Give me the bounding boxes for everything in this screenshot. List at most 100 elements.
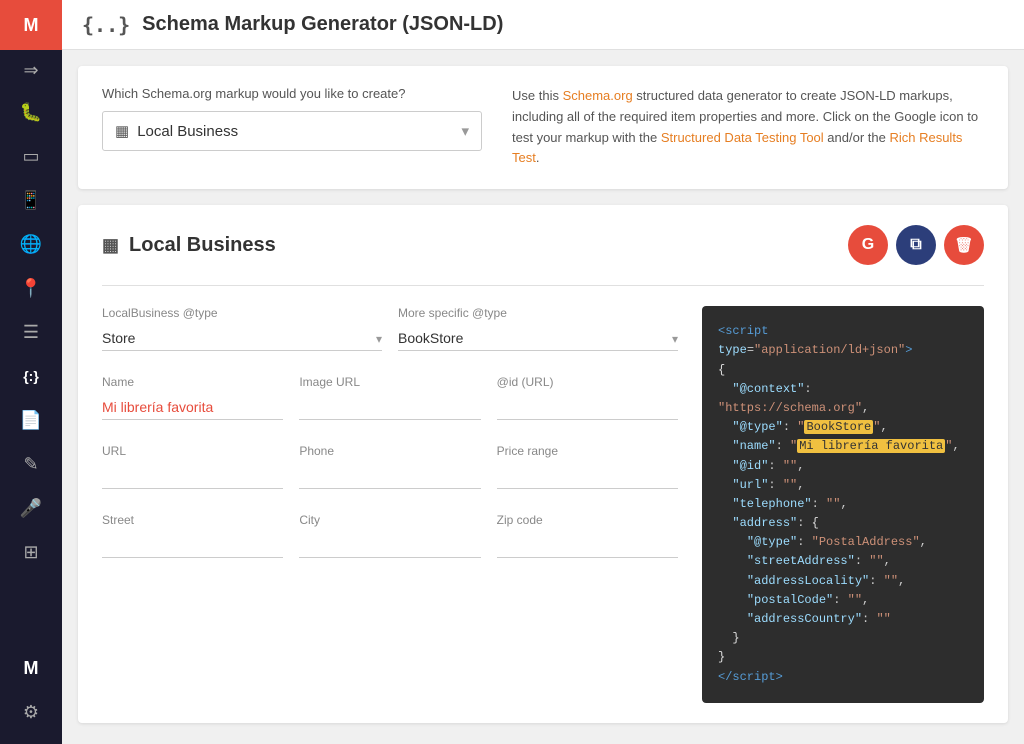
zip-input[interactable] <box>497 533 678 558</box>
name-row: Name Image URL @id (URL) <box>102 375 678 420</box>
code-line-8: "telephone": "", <box>718 495 968 514</box>
schema-selector-group: Which Schema.org markup would you like t… <box>102 86 482 151</box>
sidebar-bottom-m[interactable]: M <box>0 646 62 690</box>
type-label: LocalBusiness @type <box>102 306 382 320</box>
m-icon: M <box>24 658 39 679</box>
form-code-layout: LocalBusiness @type Store ▾ More specifi… <box>102 306 984 703</box>
globe-icon: 🌐 <box>20 234 42 255</box>
google-test-button[interactable]: G <box>848 225 888 265</box>
grid-icon: ⊞ <box>23 542 38 563</box>
sidebar-item-mobile[interactable]: 📱 <box>0 178 62 222</box>
city-label: City <box>299 513 480 527</box>
dropdown-value: Local Business <box>137 123 461 140</box>
monitor-icon: ▭ <box>22 146 39 167</box>
bug-icon: 🐛 <box>20 102 42 123</box>
specific-type-group: More specific @type BookStore ▾ <box>398 306 678 351</box>
url-label: URL <box>102 444 283 458</box>
price-range-input[interactable] <box>497 464 678 489</box>
sidebar-item-code[interactable]: {:} <box>0 354 62 398</box>
url-input[interactable] <box>102 464 283 489</box>
id-input[interactable] <box>497 395 678 420</box>
id-label: @id (URL) <box>497 375 678 389</box>
form-title-icon: ▦ <box>102 235 119 256</box>
name-input[interactable] <box>102 395 283 420</box>
sidebar-toggle[interactable]: ⇒ <box>0 50 62 90</box>
copy-button[interactable]: ⧉ <box>896 225 936 265</box>
type-select-wrap: Store ▾ <box>102 326 382 351</box>
sidebar-item-edit[interactable]: ✎ <box>0 442 62 486</box>
content-area: Which Schema.org markup would you like t… <box>62 50 1024 744</box>
zip-label: Zip code <box>497 513 678 527</box>
edit-icon: ✎ <box>23 454 38 475</box>
name-group: Name <box>102 375 283 420</box>
sidebar: M ⇒ 🐛 ▭ 📱 🌐 📍 ☰ {:} 📄 ✎ 🎤 ⊞ M ⚙ <box>0 0 62 744</box>
structured-data-link[interactable]: Structured Data Testing Tool <box>661 130 824 145</box>
main-content: {..} Schema Markup Generator (JSON-LD) W… <box>62 0 1024 744</box>
form-card-header: ▦ Local Business G ⧉ 🗑 <box>102 225 984 265</box>
image-label: Image URL <box>299 375 480 389</box>
address-row: Street City Zip code <box>102 513 678 558</box>
google-icon: G <box>862 236 874 254</box>
dropdown-icon: ▦ <box>115 122 129 140</box>
id-group: @id (URL) <box>497 375 678 420</box>
list-icon: ☰ <box>23 322 39 343</box>
city-group: City <box>299 513 480 558</box>
image-group: Image URL <box>299 375 480 420</box>
form-section: LocalBusiness @type Store ▾ More specifi… <box>102 306 702 703</box>
code-line-14: "addressCountry": "" <box>718 610 968 629</box>
specific-type-label: More specific @type <box>398 306 678 320</box>
settings-icon: ⚙ <box>23 702 39 723</box>
price-range-label: Price range <box>497 444 678 458</box>
sidebar-item-pin[interactable]: 📍 <box>0 266 62 310</box>
mic-icon: 🎤 <box>20 498 42 519</box>
info-after: . <box>536 150 540 165</box>
specific-type-select[interactable]: BookStore <box>398 326 678 351</box>
local-business-type-select[interactable]: Store <box>102 326 382 351</box>
sidebar-item-list[interactable]: ☰ <box>0 310 62 354</box>
sidebar-item-grid[interactable]: ⊞ <box>0 530 62 574</box>
arrow-icon: ⇒ <box>23 60 38 81</box>
page-title: Schema Markup Generator (JSON-LD) <box>142 13 503 36</box>
dropdown-arrow-icon: ▾ <box>461 122 469 140</box>
info-text: Use this Schema.org structured data gene… <box>512 86 984 169</box>
sidebar-item-globe[interactable]: 🌐 <box>0 222 62 266</box>
code-line-13: "postalCode": "", <box>718 591 968 610</box>
price-range-group: Price range <box>497 444 678 489</box>
schema-type-dropdown[interactable]: ▦ Local Business ▾ <box>102 111 482 151</box>
divider <box>102 285 984 286</box>
form-card: ▦ Local Business G ⧉ 🗑 <box>78 205 1008 723</box>
sidebar-item-document[interactable]: 📄 <box>0 398 62 442</box>
code-line-7: "url": "", <box>718 476 968 495</box>
name-label: Name <box>102 375 283 389</box>
sidebar-item-mic[interactable]: 🎤 <box>0 486 62 530</box>
selector-card: Which Schema.org markup would you like t… <box>78 66 1008 189</box>
document-icon: 📄 <box>20 410 42 431</box>
selector-row: Which Schema.org markup would you like t… <box>102 86 984 169</box>
copy-icon: ⧉ <box>910 236 921 254</box>
selector-label: Which Schema.org markup would you like t… <box>102 86 482 101</box>
code-line-15: } <box>718 629 968 648</box>
phone-group: Phone <box>299 444 480 489</box>
sidebar-settings[interactable]: ⚙ <box>0 690 62 734</box>
street-input[interactable] <box>102 533 283 558</box>
url-group: URL <box>102 444 283 489</box>
code-line-17: </script> <box>718 668 968 687</box>
code-line-1: <script type="application/ld+json"> <box>718 322 968 360</box>
url-row: URL Phone Price range <box>102 444 678 489</box>
image-input[interactable] <box>299 395 480 420</box>
city-input[interactable] <box>299 533 480 558</box>
mobile-icon: 📱 <box>20 190 42 211</box>
delete-button[interactable]: 🗑 <box>944 225 984 265</box>
action-buttons: G ⧉ 🗑 <box>848 225 984 265</box>
logo[interactable]: M <box>0 0 62 50</box>
code-line-6: "@id": "", <box>718 457 968 476</box>
sidebar-item-monitor[interactable]: ▭ <box>0 134 62 178</box>
schema-org-link[interactable]: Schema.org <box>563 88 633 103</box>
type-row: LocalBusiness @type Store ▾ More specifi… <box>102 306 678 351</box>
form-card-title: Local Business <box>129 234 276 257</box>
sidebar-item-bug[interactable]: 🐛 <box>0 90 62 134</box>
code-braces-icon: {:} <box>23 368 39 384</box>
logo-text: M <box>24 15 39 36</box>
sidebar-bottom: M ⚙ <box>0 646 62 744</box>
phone-input[interactable] <box>299 464 480 489</box>
